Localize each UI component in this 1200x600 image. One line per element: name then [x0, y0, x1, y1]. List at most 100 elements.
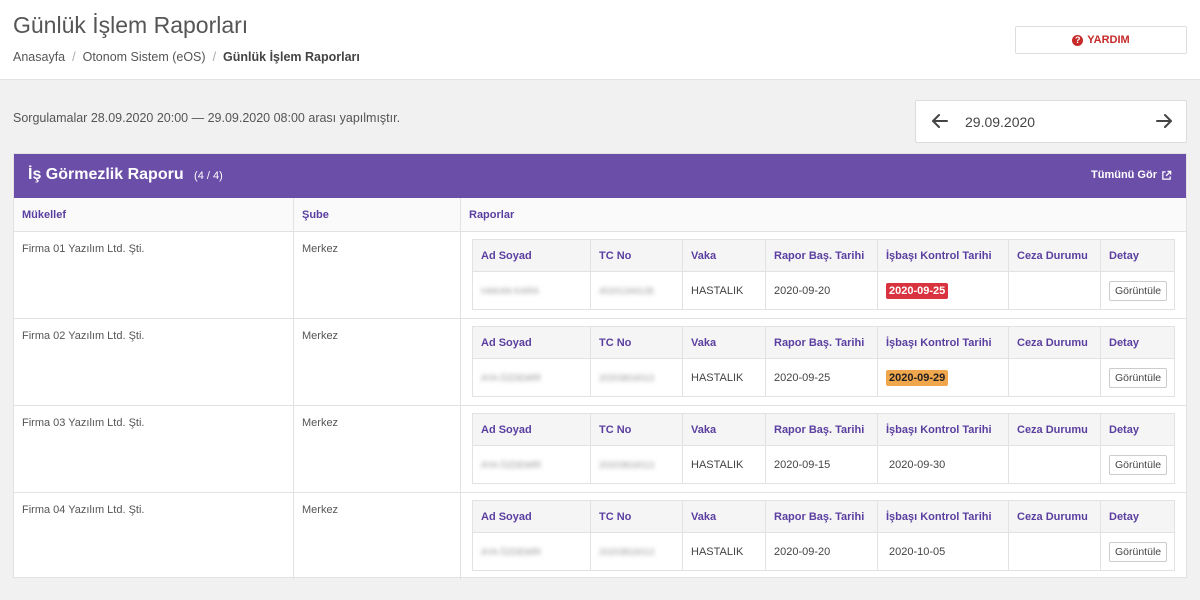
branch-cell: Merkez [294, 406, 461, 492]
page-title: Günlük İşlem Raporları [13, 12, 249, 38]
control-date-cell: 2020-09-25 [878, 272, 1009, 309]
subheader-control-date: İşbaşı Kontrol Tarihi [878, 327, 1009, 358]
detail-cell: Görüntüle [1101, 446, 1174, 483]
view-button[interactable]: Görüntüle [1109, 280, 1168, 301]
person-name: AYA ÖZDEMİR [481, 546, 542, 557]
case-cell: HASTALIK [683, 272, 766, 309]
name-cell: HAKAN KARA [473, 272, 591, 309]
page-header: Günlük İşlem Raporları Anasayfa / Otonom… [0, 0, 1200, 80]
name-cell: AYA ÖZDEMİR [473, 446, 591, 483]
breadcrumb-home[interactable]: Anasayfa [13, 50, 65, 64]
company-cell: Firma 02 Yazılım Ltd. Şti. [14, 319, 294, 405]
subheader-detail: Detay [1109, 249, 1139, 262]
grid-body: Firma 01 Yazılım Ltd. Şti. Merkez Ad Soy… [14, 232, 1186, 580]
panel-title-text: İş Görmezlik Raporu [28, 166, 184, 183]
subheader-name: Ad Soyad [473, 501, 591, 532]
subheader-case: Vaka [683, 501, 766, 532]
reports-cell: Ad Soyad TC No Vaka Rapor Baş. Tarihi İş… [461, 406, 1186, 492]
subheader-detail: Detay [1109, 510, 1139, 523]
tc-number: 20203816013 [599, 459, 655, 470]
control-date: 2020-10-05 [889, 545, 946, 558]
case-cell: HASTALIK [683, 359, 766, 396]
help-button[interactable]: ? YARDIM [1015, 26, 1187, 54]
subheader-penalty: Ceza Durumu [1009, 327, 1101, 358]
panel-count: (4 / 4) [194, 170, 223, 182]
penalty-cell [1009, 533, 1101, 570]
subheader-tc: TC No [591, 501, 683, 532]
start-date-cell: 2020-09-20 [766, 533, 878, 570]
subheader-name: Ad Soyad [473, 414, 591, 445]
table-row: Firma 03 Yazılım Ltd. Şti. Merkez Ad Soy… [14, 406, 1186, 493]
control-date-cell: 2020-10-05 [878, 533, 1009, 570]
panel-title: İş Görmezlik Raporu (4 / 4) [28, 166, 223, 184]
person-name: AYA ÖZDEMİR [481, 459, 542, 470]
subheader-tc: TC No [591, 240, 683, 271]
subheader-name: Ad Soyad [473, 240, 591, 271]
subheader-name: Ad Soyad [473, 327, 591, 358]
report-subtable: Ad Soyad TC No Vaka Rapor Baş. Tarihi İş… [472, 239, 1175, 310]
company-cell: Firma 03 Yazılım Ltd. Şti. [14, 406, 294, 492]
subheader-control-date: İşbaşı Kontrol Tarihi [878, 240, 1009, 271]
case-cell: HASTALIK [683, 446, 766, 483]
detail-cell: Görüntüle [1101, 533, 1174, 570]
subtable-header: Ad Soyad TC No Vaka Rapor Baş. Tarihi İş… [473, 240, 1174, 272]
report-subtable: Ad Soyad TC No Vaka Rapor Baş. Tarihi İş… [472, 413, 1175, 484]
tc-cell: 20203816013 [591, 359, 683, 396]
report-subtable: Ad Soyad TC No Vaka Rapor Baş. Tarihi İş… [472, 500, 1175, 571]
start-date-cell: 2020-09-15 [766, 446, 878, 483]
subtable-row: HAKAN KARA 40201344135 HASTALIK 2020-09-… [473, 272, 1174, 309]
view-button[interactable]: Görüntüle [1109, 541, 1168, 562]
grid-header: Mükellef Şube Raporlar [14, 198, 1186, 232]
subtable-header: Ad Soyad TC No Vaka Rapor Baş. Tarihi İş… [473, 327, 1174, 359]
reports-cell: Ad Soyad TC No Vaka Rapor Baş. Tarihi İş… [461, 319, 1186, 405]
tc-cell: 20203816013 [591, 446, 683, 483]
tc-cell: 20203816013 [591, 533, 683, 570]
subheader-penalty: Ceza Durumu [1009, 501, 1101, 532]
control-date-cell: 2020-09-30 [878, 446, 1009, 483]
control-date-cell: 2020-09-29 [878, 359, 1009, 396]
branch-cell: Merkez [294, 232, 461, 318]
breadcrumb-separator: / [72, 50, 76, 64]
start-date-cell: 2020-09-25 [766, 359, 878, 396]
tc-number: 20203816013 [599, 372, 655, 383]
see-all-link[interactable]: Tümünü Gör [1091, 169, 1172, 181]
reports-cell: Ad Soyad TC No Vaka Rapor Baş. Tarihi İş… [461, 232, 1186, 318]
help-button-label: YARDIM [1087, 34, 1130, 46]
arrow-left-icon[interactable] [930, 111, 950, 131]
subheader-start-date: Rapor Baş. Tarihi [766, 414, 878, 445]
column-header-reports: Raporlar [469, 209, 515, 221]
subheader-penalty: Ceza Durumu [1009, 414, 1101, 445]
branch-cell: Merkez [294, 319, 461, 405]
table-row: Firma 04 Yazılım Ltd. Şti. Merkez Ad Soy… [14, 493, 1186, 580]
penalty-cell [1009, 359, 1101, 396]
start-date-cell: 2020-09-20 [766, 272, 878, 309]
subheader-tc: TC No [591, 327, 683, 358]
subtable-header: Ad Soyad TC No Vaka Rapor Baş. Tarihi İş… [473, 501, 1174, 533]
tc-cell: 40201344135 [591, 272, 683, 309]
view-button[interactable]: Görüntüle [1109, 367, 1168, 388]
subtable-row: AYA ÖZDEMİR 20203816013 HASTALIK 2020-09… [473, 359, 1174, 396]
arrow-right-icon[interactable] [1154, 111, 1174, 131]
subheader-control-date: İşbaşı Kontrol Tarihi [878, 414, 1009, 445]
subheader-detail: Detay [1109, 423, 1139, 436]
breadcrumb-separator: / [212, 50, 217, 64]
subheader-control-date: İşbaşı Kontrol Tarihi [878, 501, 1009, 532]
tc-number: 20203816013 [599, 546, 655, 557]
company-cell: Firma 04 Yazılım Ltd. Şti. [14, 493, 294, 580]
date-navigator: 29.09.2020 [915, 100, 1187, 143]
subheader-case: Vaka [683, 327, 766, 358]
report-panel: İş Görmezlik Raporu (4 / 4) Tümünü Gör M… [13, 153, 1187, 580]
control-date: 2020-09-29 [886, 369, 949, 386]
name-cell: AYA ÖZDEMİR [473, 359, 591, 396]
view-button[interactable]: Görüntüle [1109, 454, 1168, 475]
table-row: Firma 02 Yazılım Ltd. Şti. Merkez Ad Soy… [14, 319, 1186, 406]
control-date: 2020-09-25 [886, 282, 949, 299]
column-header-branch: Şube [294, 198, 461, 231]
external-link-icon [1162, 170, 1172, 180]
breadcrumb-eos[interactable]: Otonom Sistem (eOS) [83, 50, 206, 64]
subtable-header: Ad Soyad TC No Vaka Rapor Baş. Tarihi İş… [473, 414, 1174, 446]
penalty-cell [1009, 272, 1101, 309]
report-subtable: Ad Soyad TC No Vaka Rapor Baş. Tarihi İş… [472, 326, 1175, 397]
question-circle-icon: ? [1072, 34, 1084, 46]
subheader-detail: Detay [1109, 336, 1139, 349]
